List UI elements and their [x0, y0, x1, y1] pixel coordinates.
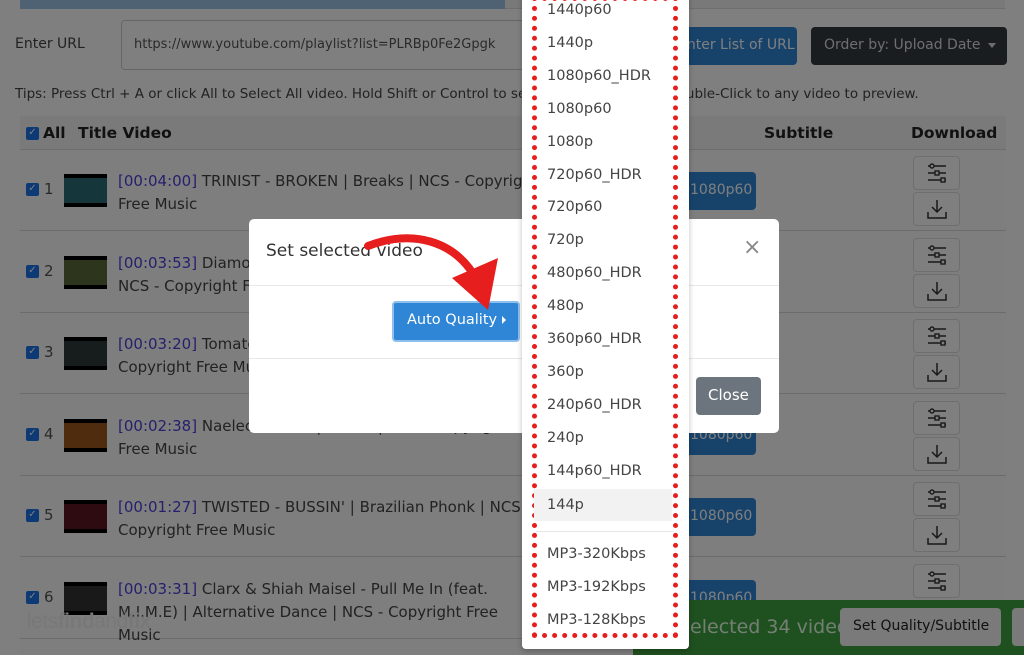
quality-option[interactable]: 1080p60 — [547, 101, 612, 117]
quality-option[interactable]: 480p — [547, 298, 584, 314]
quality-option[interactable]: 144p — [534, 488, 672, 521]
close-icon[interactable]: × — [743, 237, 761, 259]
quality-option[interactable]: 720p60 — [547, 199, 602, 215]
quality-option[interactable]: 480p60_HDR — [547, 265, 642, 281]
dropdown-divider — [536, 531, 674, 532]
quality-option[interactable]: 1440p — [547, 35, 593, 51]
quality-option[interactable]: 720p — [547, 232, 584, 248]
quality-option[interactable]: 360p60_HDR — [547, 331, 642, 347]
audio-quality-option[interactable]: MP3-128Kbps — [547, 612, 646, 628]
red-arrow-annotation-icon — [364, 234, 498, 310]
audio-quality-option[interactable]: MP3-320Kbps — [547, 546, 646, 562]
red-dotted-highlight — [532, 0, 678, 638]
quality-option[interactable]: 1080p — [547, 134, 593, 150]
quality-option[interactable]: 1080p60_HDR — [547, 68, 651, 84]
quality-option[interactable]: 360p — [547, 364, 584, 380]
quality-dropdown-menu: 1440p60 1440p 1080p60_HDR 1080p60 1080p 720p6… — [522, 0, 689, 649]
modal-divider — [249, 358, 779, 359]
quality-option[interactable]: 1440p60 — [547, 2, 612, 18]
quality-option[interactable]: 240p — [547, 430, 584, 446]
quality-option[interactable]: 240p60_HDR — [547, 397, 642, 413]
audio-quality-option[interactable]: MP3-192Kbps — [547, 579, 646, 595]
quality-option[interactable]: 144p60_HDR — [547, 463, 642, 479]
close-button[interactable]: Close — [696, 377, 761, 415]
quality-option[interactable]: 720p60_HDR — [547, 167, 642, 183]
